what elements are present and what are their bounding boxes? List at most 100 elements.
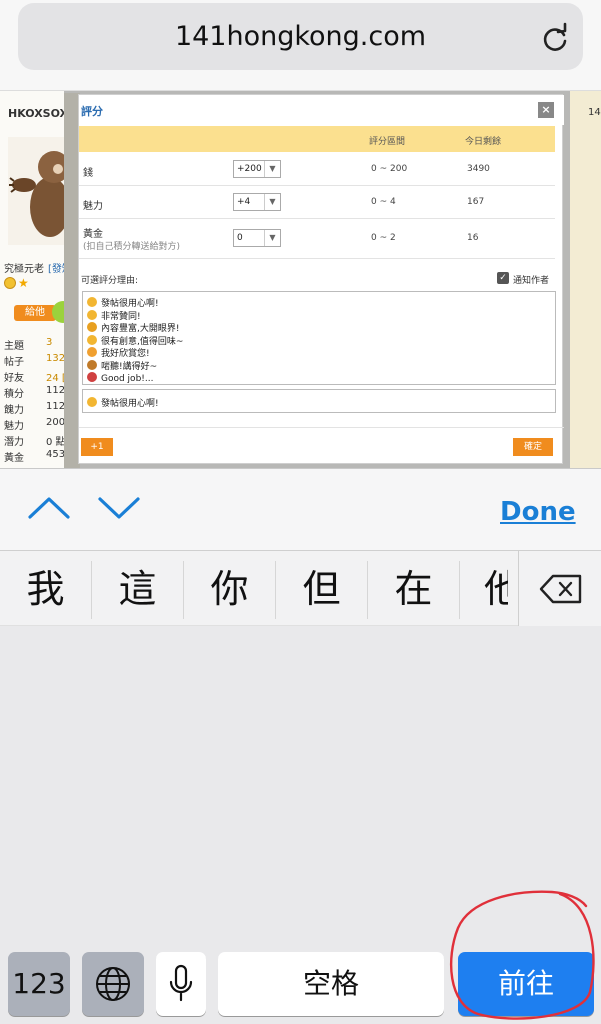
space-key[interactable]: 空格 bbox=[218, 952, 444, 1016]
emoji-icon bbox=[87, 360, 97, 370]
rating-label: 錢 bbox=[83, 168, 93, 179]
stat-label: 魅力 bbox=[4, 421, 24, 432]
rating-select[interactable]: +200 ▼ bbox=[233, 160, 281, 178]
close-icon[interactable]: × bbox=[538, 102, 554, 118]
reason-text: 我好欣賞您! bbox=[101, 349, 150, 360]
web-content: HKOXSOX 究極元老 [發短 ★ 給他 主題 3 帖子 1321 好友 24 [翻 積分… bbox=[0, 90, 601, 468]
backspace-icon bbox=[539, 574, 582, 604]
reason-text: 啱聽!講得好~ bbox=[101, 362, 158, 372]
numbers-key[interactable]: 123 bbox=[8, 952, 70, 1016]
annotation-circle bbox=[449, 890, 595, 1020]
stat-value[interactable]: 3 bbox=[46, 337, 52, 348]
rating-row: 魅力 +4 ▼ 0 ~ 4 167 bbox=[79, 186, 555, 219]
notify-checkbox[interactable]: ✓ bbox=[497, 272, 509, 284]
rank-label: 究極元老 bbox=[4, 264, 44, 275]
reason-option[interactable]: 內容豐富,大開眼界! bbox=[87, 321, 179, 334]
dictation-key[interactable] bbox=[156, 952, 206, 1016]
previous-field-icon[interactable] bbox=[26, 491, 72, 525]
reason-text: 很有創意,值得回味~ bbox=[101, 336, 184, 347]
reason-list[interactable]: 發帖很用心啊! 非常贊同! 內容豐富,大開眼界! 很有創意,值得回味~ 我好欣賞您! 啱聽… bbox=[82, 291, 556, 385]
emoji-icon bbox=[87, 371, 97, 382]
emoji-icon bbox=[87, 309, 97, 320]
dialog-title: 評分 bbox=[81, 105, 103, 118]
candidate-word[interactable]: 你 bbox=[184, 561, 276, 619]
next-field-icon[interactable] bbox=[96, 491, 142, 525]
reason-label: 可選評分理由: bbox=[81, 276, 139, 286]
stat-label: 潛力 bbox=[4, 437, 24, 448]
reason-text: Good job!... bbox=[101, 373, 154, 384]
emoji-icon bbox=[87, 297, 97, 307]
rating-remaining: 3490 bbox=[467, 164, 490, 174]
candidate-bar: 我這你但在他 bbox=[0, 550, 601, 627]
candidate-word[interactable]: 在 bbox=[368, 561, 460, 619]
dropdown-arrow-icon[interactable]: ▼ bbox=[264, 230, 280, 246]
rating-select[interactable]: 0 ▼ bbox=[233, 229, 281, 247]
candidate-word[interactable]: 我 bbox=[0, 561, 92, 619]
keyboard-toolbar: Done bbox=[0, 468, 601, 550]
rating-range: 0 ~ 200 bbox=[371, 164, 408, 174]
candidate-word[interactable]: 這 bbox=[92, 561, 184, 619]
stat-label: 積分 bbox=[4, 389, 24, 400]
browser-url-area: 141hongkong.com bbox=[0, 0, 601, 90]
rating-dialog: 評分 × 評分區間 今日剩餘 錢 +200 ▼ 0 ~ 200 3490 魅力 +4 ▼ 0 ~… bbox=[78, 94, 564, 464]
user-avatar[interactable] bbox=[8, 137, 70, 245]
reason-input-value: 發帖很用心啊! bbox=[101, 399, 159, 409]
rating-select-value: 0 bbox=[237, 233, 243, 243]
smiley-icon bbox=[4, 277, 16, 289]
address-bar[interactable]: 141hongkong.com bbox=[18, 3, 583, 70]
backspace-key[interactable] bbox=[518, 551, 601, 627]
stat-label: 帖子 bbox=[4, 357, 24, 368]
forum-username[interactable]: HKOXSOX bbox=[8, 107, 68, 120]
candidate-word[interactable]: 但 bbox=[276, 561, 368, 619]
right-partial-text: 143 bbox=[588, 107, 601, 118]
url-text[interactable]: 141hongkong.com bbox=[18, 21, 583, 52]
give-button[interactable]: 給他 bbox=[14, 305, 56, 321]
reason-text: 非常贊同! bbox=[101, 311, 141, 322]
rating-row: 錢 +200 ▼ 0 ~ 200 3490 bbox=[79, 153, 555, 186]
rating-select[interactable]: +4 ▼ bbox=[233, 193, 281, 211]
microphone-icon bbox=[169, 964, 193, 1002]
reason-option[interactable]: 發帖很用心啊! bbox=[87, 296, 159, 309]
rating-sublabel: (扣自己積分轉送給對方) bbox=[83, 242, 181, 252]
rating-range: 0 ~ 4 bbox=[371, 197, 396, 207]
right-column: 143 bbox=[570, 91, 601, 468]
emoji-icon bbox=[87, 347, 97, 358]
star-icon: ★ bbox=[18, 276, 29, 290]
rating-select-value: +4 bbox=[237, 197, 251, 207]
rating-label: 魅力 bbox=[83, 201, 103, 212]
reason-option[interactable]: Good job!... bbox=[87, 371, 154, 384]
stat-label: 好友 bbox=[4, 373, 24, 384]
reason-option[interactable]: 我好欣賞您! bbox=[87, 346, 150, 359]
reason-input[interactable]: 發帖很用心啊! bbox=[82, 389, 556, 413]
dropdown-arrow-icon[interactable]: ▼ bbox=[264, 161, 280, 177]
plus-one-button[interactable]: +1 bbox=[81, 438, 113, 456]
emoji-icon bbox=[87, 334, 97, 345]
reason-option[interactable]: 很有創意,值得回味~ bbox=[87, 334, 183, 347]
dropdown-arrow-icon[interactable]: ▼ bbox=[264, 194, 280, 210]
stat-value: 0 點 bbox=[46, 437, 66, 448]
done-button[interactable]: Done bbox=[500, 497, 576, 527]
medal-icon bbox=[87, 397, 97, 407]
reason-option[interactable]: 啱聽!講得好~ bbox=[87, 359, 157, 372]
stat-label: 餽力 bbox=[4, 405, 24, 416]
reason-option[interactable]: 非常贊同! bbox=[87, 309, 141, 322]
bear-avatar-image bbox=[9, 151, 70, 237]
rating-range: 0 ~ 2 bbox=[371, 233, 396, 243]
confirm-button[interactable]: 確定 bbox=[513, 438, 553, 456]
candidate-word[interactable]: 他 bbox=[460, 561, 508, 619]
divider bbox=[79, 427, 564, 428]
notify-label: 通知作者 bbox=[513, 276, 550, 286]
rating-select-value: +200 bbox=[237, 164, 262, 174]
reload-icon[interactable] bbox=[538, 21, 572, 55]
globe-key[interactable] bbox=[82, 952, 144, 1016]
stat-label: 主題 bbox=[4, 341, 24, 352]
rating-remaining: 16 bbox=[467, 233, 479, 243]
rating-label: 黃金 bbox=[83, 229, 103, 240]
emoji-icon bbox=[87, 322, 97, 333]
reason-text: 發帖很用心啊! bbox=[101, 299, 159, 309]
reason-text: 內容豐富,大開眼界! bbox=[101, 324, 180, 335]
range-column-header: 評分區間 bbox=[369, 137, 406, 147]
stat-label: 黃金 bbox=[4, 453, 24, 464]
remaining-column-header: 今日剩餘 bbox=[465, 137, 502, 147]
rating-remaining: 167 bbox=[467, 197, 485, 207]
